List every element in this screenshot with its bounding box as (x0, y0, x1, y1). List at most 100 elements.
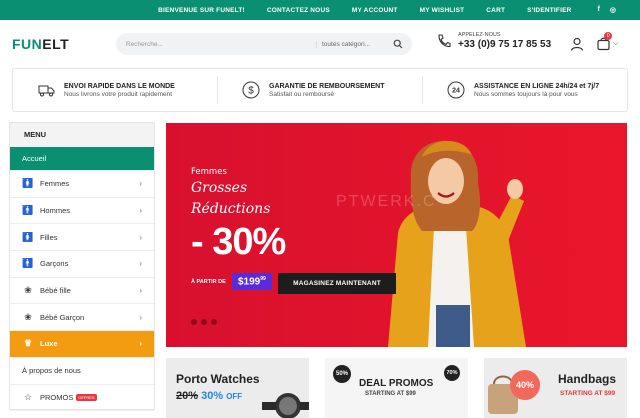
topbar-account-link[interactable]: MY ACCOUNT (352, 7, 398, 14)
dollar-icon: $ (242, 81, 260, 99)
logo-part2: ELT (42, 36, 70, 52)
menu-item-bebe-fille[interactable]: ❀ Bébé fille › (10, 278, 154, 305)
topbar-login-link[interactable]: S'IDENTIFIER (527, 7, 571, 14)
menu-item-label: À propos de nous (22, 366, 81, 376)
menu-item-label: Garçons (40, 259, 69, 269)
menu-item-garcons[interactable]: 🚹 Garçons › (10, 251, 154, 278)
new-discount: 30% (201, 390, 224, 402)
category-select[interactable]: toutes catégori... (316, 40, 384, 48)
hero-price: $19999 (232, 273, 272, 291)
top-bar: BIENVENUE SUR FUNELT! CONTACTEZ NOUS MY … (0, 0, 640, 20)
boy-icon: 🚹 (22, 258, 34, 269)
hero-banner[interactable]: PTWERK.C Femmes Grosses Réductions - 30%… (166, 123, 627, 347)
girl-icon: 🚺 (22, 231, 34, 242)
hero-line1: Femmes (191, 167, 227, 177)
feature-shipping-title: ENVOI RAPIDE DANS LE MONDE (64, 82, 175, 90)
search-bar: Recherche... toutes catégori... (116, 33, 412, 55)
menu-item-promos[interactable]: ☆ PROMOS OFFRES (10, 385, 154, 412)
price-main: $199 (238, 276, 261, 288)
chevron-right-icon: › (139, 179, 142, 189)
instagram-icon[interactable]: ◎ (610, 6, 616, 14)
search-input[interactable]: Recherche... (116, 41, 316, 48)
user-icon[interactable] (570, 37, 584, 51)
chevron-right-icon: › (139, 339, 142, 349)
topbar-contact-link[interactable]: CONTACTEZ NOUS (267, 7, 330, 14)
carousel-dot[interactable] (211, 319, 217, 325)
hero-discount: - 30% (191, 221, 286, 263)
badge-50: 50% (333, 365, 351, 383)
menu-item-label: Accueil (22, 154, 47, 163)
promo-card-watches[interactable]: Porto Watches 20% 30% OFF (166, 358, 309, 418)
menu-item-hommes[interactable]: 🚹 Hommes › (10, 198, 154, 225)
card-discount: 20% 30% OFF (176, 390, 242, 402)
menu-item-label: Luxe (40, 339, 58, 349)
baby-boy-icon: ❀ (24, 311, 32, 322)
search-button[interactable] (384, 39, 412, 49)
menu-item-bebe-garcon[interactable]: ❀ Bébé Garçon › (10, 304, 154, 332)
topbar-wishlist-link[interactable]: MY WISHLIST (420, 7, 465, 14)
menu-item-femmes[interactable]: 🚺 Femmes › (10, 171, 154, 198)
chevron-right-icon: › (139, 312, 142, 322)
promo-cards: Porto Watches 20% 30% OFF 50% DEAL PROMO… (166, 358, 627, 418)
menu-item-label: Filles (40, 232, 58, 242)
header: FUNELT Recherche... toutes catégori... A… (0, 20, 640, 68)
feature-refund-title: GARANTIE DE REMBOURSEMENT (269, 82, 385, 90)
feature-strip: ENVOI RAPIDE DANS LE MONDE Nous livrons … (12, 68, 628, 112)
baby-girl-icon: ❀ (24, 285, 32, 296)
menu-item-accueil[interactable]: Accueil (10, 147, 154, 171)
carousel-dot[interactable] (191, 319, 197, 325)
phone-icon (438, 34, 451, 48)
search-icon (393, 39, 403, 49)
logo-part1: FUN (12, 36, 43, 52)
hero-line3: Réductions (191, 201, 271, 217)
chevron-down-icon: ⌵ (613, 39, 619, 47)
card-title: Handbags (558, 372, 617, 386)
off-label: OFF (226, 392, 243, 401)
menu-item-filles[interactable]: 🚺 Filles › (10, 224, 154, 252)
price-cents: 99 (260, 276, 266, 282)
feature-support: 24 ASSISTANCE EN LIGNE 24h/24 et 7j/7 No… (423, 76, 627, 104)
promo-card-handbags[interactable]: 40% Handbags STARTING AT $99 (484, 358, 627, 418)
carousel-dots (191, 319, 217, 325)
offres-badge: OFFRES (76, 393, 97, 401)
promo-card-deals[interactable]: 50% DEAL PROMOS STARTING AT $99 70% (325, 358, 468, 418)
logo[interactable]: FUNELT (12, 36, 116, 52)
watch-image (262, 393, 309, 418)
woman-icon: 🚺 (22, 178, 34, 189)
feature-shipping: ENVOI RAPIDE DANS LE MONDE Nous livrons … (13, 76, 218, 104)
hero-from-label: À PARTIR DE (191, 279, 226, 285)
cart-count-badge: 0 (604, 32, 613, 40)
old-discount: 20% (176, 390, 199, 402)
carousel-dot[interactable] (201, 319, 207, 325)
facebook-icon[interactable]: f (598, 6, 600, 14)
menu-item-label: PROMOS (40, 392, 74, 402)
svg-text:24: 24 (452, 88, 460, 95)
menu-item-about[interactable]: À propos de nous (10, 358, 154, 385)
crown-icon: ♕ (23, 338, 33, 349)
man-icon: 🚹 (22, 205, 34, 216)
card-title: DEAL PROMOS (359, 378, 434, 389)
menu-item-label: Bébé fille (40, 286, 71, 296)
menu-item-label: Hommes (40, 206, 71, 216)
feature-refund-subtitle: Satisfait ou remboursé (269, 90, 335, 98)
social-links: f ◎ (598, 6, 616, 14)
watermark: PTWERK.C (336, 193, 437, 210)
phone-contact[interactable]: APPELEZ-NOUS +33 (0)9 75 17 85 53 (436, 32, 551, 50)
category-menu: MENU Accueil 🚺 Femmes › 🚹 Hommes › 🚺 Filles › … (9, 122, 155, 412)
phone-label: APPELEZ-NOUS (458, 32, 501, 38)
shop-now-button[interactable]: MAGASINEZ MAINTENANT (278, 273, 396, 294)
chevron-right-icon: › (139, 206, 142, 216)
hero-line2: Grosses (191, 180, 248, 196)
phone-number: +33 (0)9 75 17 85 53 (458, 39, 552, 50)
topbar-welcome[interactable]: BIENVENUE SUR FUNELT! (158, 7, 245, 14)
menu-item-luxe[interactable]: ♕ Luxe › (10, 331, 154, 358)
star-icon: ☆ (23, 391, 33, 402)
cart-button[interactable]: 0 ⌵ (596, 32, 619, 51)
card-title: Porto Watches (176, 372, 260, 386)
badge-70: 70% (444, 365, 460, 381)
chevron-right-icon: › (139, 232, 142, 242)
main-content: MENU Accueil 🚺 Femmes › 🚹 Hommes › 🚺 Filles › … (9, 122, 628, 418)
topbar-cart-link[interactable]: CART (486, 7, 505, 14)
chevron-right-icon: › (139, 259, 142, 269)
card-subtitle: STARTING AT $99 (560, 390, 616, 397)
